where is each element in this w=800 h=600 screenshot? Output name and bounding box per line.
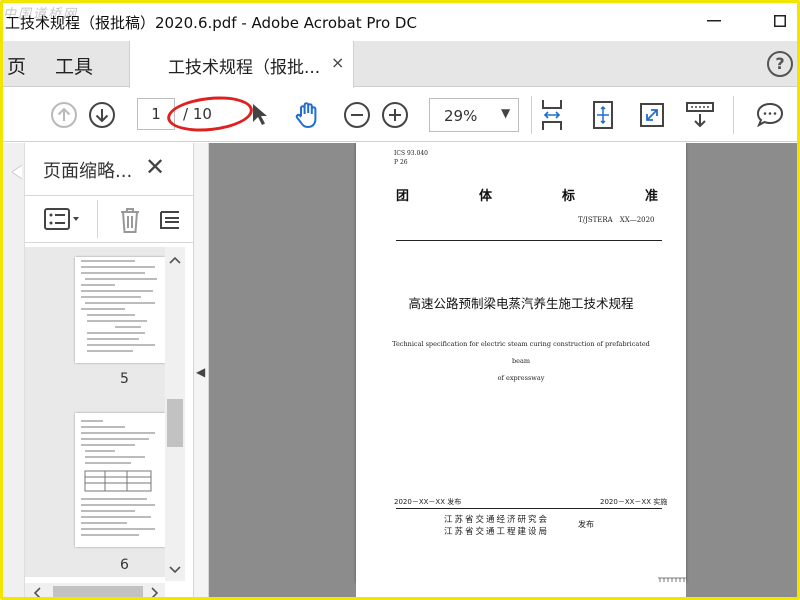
thumbnail-content-icon <box>81 420 155 536</box>
annotation-oval <box>165 92 255 136</box>
tab-document[interactable]: 工技术规程（报批... × <box>129 41 354 88</box>
standard-number: T/JSTERA XX—2020 <box>578 216 655 224</box>
thumbnails-title: 页面缩略... <box>43 161 133 182</box>
expand-icon <box>640 103 664 127</box>
full-screen-button[interactable] <box>637 100 667 130</box>
heading-char: 准 <box>644 189 658 204</box>
hand-tool-button[interactable] <box>293 100 323 130</box>
divider <box>97 200 98 238</box>
window-title: 工技术规程（报批稿）2020.6.pdf - Adobe Acrobat Pro… <box>5 14 417 32</box>
ics-code: ICS 93.040 <box>394 150 428 157</box>
document-viewer[interactable]: ICS 93.040 P 26 团 体 标 准 T/JSTERA XX—2020… <box>209 143 797 597</box>
thumbnail-page-number: 5 <box>120 371 129 387</box>
toolbar: 1 / 10 29% ▼ <box>3 88 797 142</box>
tab-bar: 页 工具 工技术规程（报批... × ? <box>3 41 797 88</box>
divider-line <box>396 508 662 509</box>
chevron-left-icon <box>33 587 41 597</box>
page-edge-marks-icon <box>658 577 686 582</box>
arrow-up-circle-icon <box>51 102 77 128</box>
page-layout-icon <box>160 211 179 229</box>
previous-page-button[interactable] <box>49 100 79 130</box>
chevron-down-icon: ▼ <box>501 106 511 120</box>
thumbnail-page-number: 6 <box>120 557 129 573</box>
chevron-down-icon <box>169 566 181 574</box>
delete-pages-button[interactable] <box>117 205 143 239</box>
scroll-mode-icon <box>686 102 714 128</box>
tab-tools[interactable]: 工具 <box>55 52 93 79</box>
heading-char: 团 <box>396 189 410 204</box>
zoom-select[interactable]: 29% ▼ <box>429 98 519 132</box>
heading-char: 体 <box>478 189 492 204</box>
cursor-arrow-icon <box>253 104 267 125</box>
divider-line <box>396 240 662 241</box>
publish-date: 2020－XX－XX 发布 <box>394 498 462 506</box>
thumbnails-toolbar <box>25 195 193 243</box>
trash-icon <box>121 208 139 233</box>
english-title-line: of expressway <box>497 374 545 382</box>
fit-width-icon <box>542 100 562 130</box>
zoom-in-button[interactable] <box>380 100 410 130</box>
zoom-value: 29% <box>444 107 478 125</box>
tab-document-label: 工技术规程（报批... <box>168 58 321 78</box>
pdf-page: ICS 93.040 P 26 团 体 标 准 T/JSTERA XX—2020… <box>356 143 686 583</box>
page-layout-button[interactable] <box>159 208 179 236</box>
thumbnails-pane: 页面缩略... ✕ 5 6 <box>3 143 193 597</box>
page-thumbnail[interactable] <box>75 257 165 363</box>
chevron-up-icon <box>169 256 181 264</box>
tab-close-icon[interactable]: × <box>331 53 344 72</box>
panel-pointer-icon <box>12 165 22 179</box>
comment-button[interactable] <box>755 100 785 130</box>
scrollbar-thumb[interactable] <box>167 399 183 447</box>
options-menu-button[interactable] <box>43 206 83 236</box>
fit-width-button[interactable] <box>537 100 567 130</box>
pane-collapse-handle[interactable]: ◀ <box>193 143 209 597</box>
zoom-out-button[interactable] <box>342 100 372 130</box>
thumbnail-content-icon <box>81 260 157 352</box>
comment-icon <box>756 102 784 128</box>
english-title-line: Technical specification for electric ste… <box>392 340 650 365</box>
list-options-icon <box>44 208 79 230</box>
help-icon[interactable]: ? <box>767 51 793 77</box>
chinese-title: 高速公路预制梁电蒸汽养生施工技术规程 <box>408 296 634 311</box>
issue-label: 发布 <box>578 520 594 529</box>
maximize-icon <box>774 15 786 27</box>
divider <box>531 96 532 134</box>
close-pane-icon[interactable]: ✕ <box>145 153 165 181</box>
title-bar: 中国道桥网 工技术规程（报批稿）2020.6.pdf - Adobe Acrob… <box>3 3 797 41</box>
publisher-org: 江苏省交通经济研究会 <box>444 515 550 525</box>
minimize-button[interactable] <box>699 7 729 35</box>
plus-circle-icon <box>382 102 408 128</box>
fit-page-button[interactable] <box>588 100 618 130</box>
next-page-button[interactable] <box>87 100 117 130</box>
standard-type-heading: 团 体 标 准 <box>396 185 658 204</box>
heading-char: 标 <box>561 189 575 204</box>
hand-icon <box>295 102 317 128</box>
chevron-right-icon <box>151 587 159 597</box>
navigation-strip <box>3 143 25 597</box>
thumbnail-vertical-scrollbar[interactable] <box>165 247 185 581</box>
read-mode-button[interactable] <box>685 100 715 130</box>
maximize-button[interactable] <box>765 7 795 35</box>
thumbnail-list: 5 6 <box>25 247 165 577</box>
fit-page-icon <box>593 101 613 129</box>
minus-circle-icon <box>344 102 370 128</box>
english-title: Technical specification for electric ste… <box>386 336 656 387</box>
app-window: 中国道桥网 工技术规程（报批稿）2020.6.pdf - Adobe Acrob… <box>0 0 800 600</box>
next-pdf-page <box>356 577 686 597</box>
classification-code: P 26 <box>394 159 408 166</box>
arrow-down-circle-icon <box>89 102 115 128</box>
publisher-org: 江苏省交通工程建设局 <box>444 527 550 537</box>
thumbnail-horizontal-scrollbar[interactable] <box>25 583 165 597</box>
scrollbar-thumb[interactable] <box>53 586 143 597</box>
divider <box>733 96 734 134</box>
effective-date: 2020－XX－XX 实施 <box>600 498 668 506</box>
minimize-icon <box>707 20 721 22</box>
collapse-left-icon: ◀ <box>196 365 206 379</box>
page-thumbnail[interactable] <box>75 413 165 547</box>
tab-home[interactable]: 页 <box>7 52 26 79</box>
select-tool-button[interactable] <box>245 100 275 130</box>
